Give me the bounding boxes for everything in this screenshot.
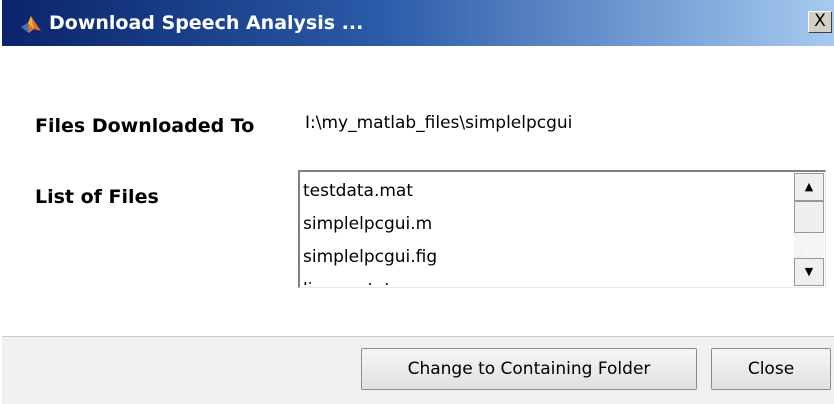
scroll-thumb[interactable] [794,201,824,233]
scroll-down-button[interactable]: ▼ [794,258,824,286]
change-to-containing-folder-button[interactable]: Change to Containing Folder [361,348,697,390]
list-of-files-label: List of Files [35,186,159,208]
window-title: Download Speech Analysis ... [49,12,364,34]
close-button[interactable]: Close [711,348,831,390]
vertical-scrollbar[interactable]: ▲ ▼ [794,173,824,286]
dialog-window: Download Speech Analysis ... X Files Dow… [2,0,834,404]
button-bar: Change to Containing Folder Close [2,336,834,404]
scroll-up-button[interactable]: ▲ [794,173,824,201]
list-item[interactable]: simplelpcgui.fig [303,241,793,274]
files-list: testdata.mat simplelpcgui.m simplelpcgui… [303,175,793,285]
files-listbox[interactable]: testdata.mat simplelpcgui.m simplelpcgui… [298,170,826,288]
close-window-button[interactable]: X [808,11,832,33]
list-item[interactable]: testdata.mat [303,175,793,208]
list-item[interactable]: simplelpcgui.m [303,208,793,241]
download-path-value: I:\my_matlab_files\simplelpcgui [305,113,573,133]
list-item[interactable]: license.txt [303,274,793,285]
files-downloaded-label: Files Downloaded To [35,115,255,137]
matlab-logo-icon [20,13,42,35]
title-bar[interactable]: Download Speech Analysis ... X [2,0,834,46]
